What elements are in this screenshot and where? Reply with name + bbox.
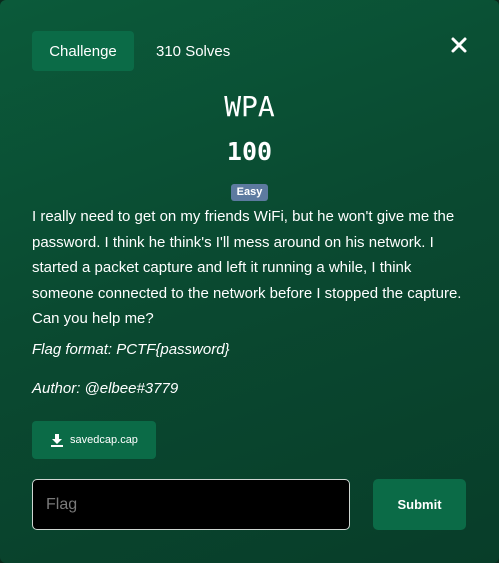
tab-solves-label: 310 Solves: [156, 43, 231, 60]
challenge-description: I really need to get on my friends WiFi,…: [32, 208, 462, 327]
file-name: savedcap.cap: [70, 434, 138, 446]
download-icon: [51, 434, 64, 447]
challenge-name: WPA: [224, 90, 275, 123]
submit-label: Submit: [397, 497, 442, 512]
challenge-author: Author: @elbee#3779: [32, 380, 179, 397]
close-button[interactable]: [448, 34, 470, 56]
challenge-points: 100: [226, 137, 273, 166]
tab-solves[interactable]: 310 Solves: [156, 43, 230, 60]
difficulty-badge: Easy: [230, 184, 269, 201]
flag-format: Flag format: PCTF{password}: [32, 341, 230, 358]
flag-input[interactable]: [32, 479, 350, 530]
close-icon: [451, 37, 467, 53]
tab-challenge[interactable]: Challenge: [32, 31, 134, 71]
tab-challenge-label: Challenge: [49, 42, 117, 60]
difficulty-badge-wrap: Easy: [0, 182, 499, 201]
download-file-button[interactable]: savedcap.cap: [32, 421, 156, 459]
submit-button[interactable]: Submit: [373, 479, 466, 530]
challenge-modal: Challenge 310 Solves WPA 100 Easy I real…: [0, 0, 499, 563]
